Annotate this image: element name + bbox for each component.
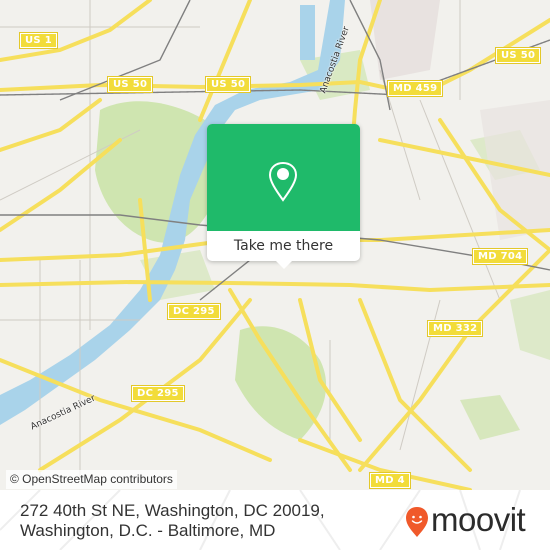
- map-view[interactable]: US 1 US 50 US 50 US 50 MD 459 MD 704 MD …: [0, 0, 550, 490]
- map-attribution[interactable]: © OpenStreetMap contributors: [6, 470, 177, 489]
- popup-pointer: [275, 260, 293, 269]
- road-shield-md-704: MD 704: [471, 248, 529, 265]
- road-shield-md-4: MD 4: [369, 472, 411, 489]
- road-shield-dc-295: DC 295: [167, 303, 221, 320]
- road-shield-md-332: MD 332: [426, 320, 484, 337]
- road-shield-us-50: US 50: [106, 76, 154, 93]
- road-shield-md-459: MD 459: [386, 80, 444, 97]
- take-me-there-button[interactable]: Take me there: [207, 231, 360, 261]
- moovit-pin-icon: [406, 507, 428, 537]
- road-shield-us-1: US 1: [19, 32, 58, 49]
- road-shield-dc-295: DC 295: [131, 385, 185, 402]
- moovit-wordmark: moovit: [431, 501, 526, 538]
- road-shield-us-50: US 50: [204, 76, 252, 93]
- moovit-logo[interactable]: moovit: [405, 502, 545, 542]
- location-pin-icon: [268, 162, 298, 202]
- popup-header: [207, 124, 360, 231]
- road-shield-us-50: US 50: [494, 47, 542, 64]
- address-text: 272 40th St NE, Washington, DC 20019, Wa…: [20, 501, 325, 540]
- footer: 272 40th St NE, Washington, DC 20019, Wa…: [0, 490, 550, 550]
- location-popup: Take me there: [207, 124, 360, 269]
